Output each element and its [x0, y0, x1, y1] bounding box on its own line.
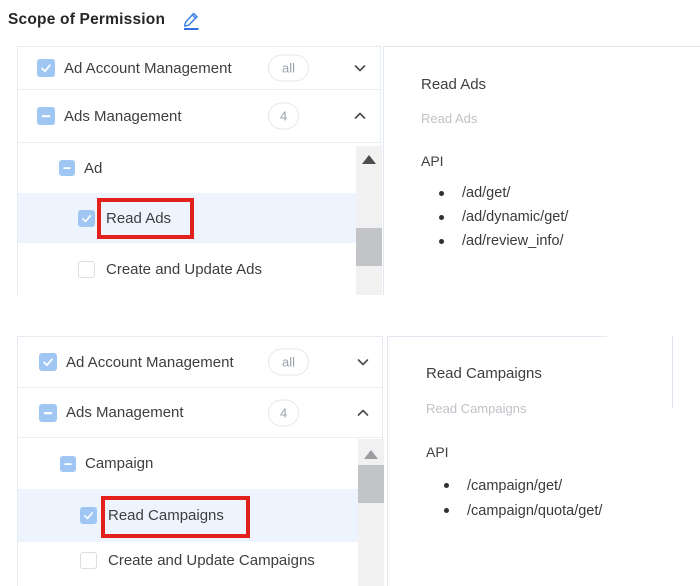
- bullet-icon: [444, 483, 449, 488]
- chevron-up-icon[interactable]: [354, 404, 372, 422]
- scrollbar-track[interactable]: [358, 439, 384, 586]
- detail-title: Read Campaigns: [426, 365, 542, 382]
- api-endpoint-text: /ad/get/: [462, 185, 510, 201]
- permission-tree-panel-2: Ad Account Management all Ads Management…: [17, 336, 383, 586]
- tree-item-ad-account-management[interactable]: Ad Account Management all: [18, 47, 380, 90]
- tree-item-ads-management[interactable]: Ads Management 4: [18, 388, 382, 438]
- tree-item-label: Campaign: [85, 455, 153, 472]
- tree-item-label: Create and Update Campaigns: [108, 552, 315, 569]
- scrollbar-up-arrow-icon[interactable]: [364, 450, 378, 459]
- pencil-edit-icon: [180, 9, 202, 31]
- tree-children-container: Ad Read Ads Create and Update Ads: [18, 143, 380, 295]
- page-title: Scope of Permission: [8, 11, 165, 29]
- tree-children-container: Campaign Read Campaigns Create and Updat…: [18, 438, 382, 585]
- detail-subtitle: Read Campaigns: [426, 401, 526, 416]
- api-section-label: API: [421, 153, 444, 169]
- api-endpoint-text: /campaign/quota/get/: [467, 503, 602, 519]
- tree-item-label: Ad: [84, 160, 102, 177]
- tree-item-label: Create and Update Ads: [106, 261, 262, 278]
- scope-of-permission-screen: Scope of Permission Ad Account Managemen…: [0, 0, 700, 586]
- api-endpoint-text: /ad/review_info/: [462, 233, 564, 249]
- tree-item-label: Read Campaigns: [108, 507, 224, 524]
- tree-item-label: Ad Account Management: [64, 60, 232, 77]
- detail-title: Read Ads: [421, 76, 486, 93]
- permission-detail-panel-1: Read Ads Read Ads API /ad/get/ /ad/dynam…: [383, 46, 700, 295]
- checkbox-indeterminate[interactable]: [59, 160, 75, 176]
- api-endpoint-list: /campaign/get/ /campaign/quota/get/: [444, 473, 602, 523]
- api-endpoint-text: /ad/dynamic/get/: [462, 209, 568, 225]
- tree-item-create-update-campaigns[interactable]: Create and Update Campaigns: [18, 542, 382, 586]
- count-badge: 4: [268, 399, 299, 426]
- checkbox-checked[interactable]: [80, 507, 97, 524]
- vertical-divider-line: [672, 336, 673, 408]
- bullet-icon: [439, 215, 444, 220]
- tree-item-read-ads[interactable]: Read Ads: [18, 193, 380, 243]
- checkbox-indeterminate[interactable]: [37, 107, 55, 125]
- checkbox-checked[interactable]: [39, 353, 57, 371]
- bullet-icon: [439, 239, 444, 244]
- chevron-up-icon[interactable]: [351, 107, 369, 125]
- checkbox-checked[interactable]: [78, 210, 95, 227]
- count-badge: all: [268, 349, 309, 376]
- bullet-icon: [439, 191, 444, 196]
- tree-item-ad[interactable]: Ad: [18, 143, 380, 193]
- chevron-down-icon[interactable]: [354, 353, 372, 371]
- scrollbar-thumb[interactable]: [358, 465, 384, 503]
- scrollbar-up-arrow-icon[interactable]: [362, 155, 376, 164]
- tree-item-ad-account-management[interactable]: Ad Account Management all: [18, 337, 382, 388]
- checkbox-indeterminate[interactable]: [60, 456, 76, 472]
- tree-item-campaign[interactable]: Campaign: [18, 438, 382, 489]
- api-endpoint-item: /ad/dynamic/get/: [439, 205, 568, 229]
- tree-item-label: Ads Management: [64, 108, 182, 125]
- checkbox-unchecked[interactable]: [78, 261, 95, 278]
- page-header: Scope of Permission: [8, 8, 203, 32]
- tree-item-label: Ads Management: [66, 404, 184, 421]
- api-endpoint-text: /campaign/get/: [467, 478, 562, 494]
- chevron-down-icon[interactable]: [351, 59, 369, 77]
- permission-tree-panel-1: Ad Account Management all Ads Management…: [17, 46, 381, 295]
- detail-subtitle: Read Ads: [421, 111, 477, 126]
- checkbox-unchecked[interactable]: [80, 552, 97, 569]
- scrollbar-track[interactable]: [356, 146, 382, 295]
- checkbox-indeterminate[interactable]: [39, 404, 57, 422]
- api-endpoint-item: /campaign/get/: [444, 473, 602, 498]
- api-endpoint-item: /ad/get/: [439, 181, 568, 205]
- api-endpoint-list: /ad/get/ /ad/dynamic/get/ /ad/review_inf…: [439, 181, 568, 253]
- api-section-label: API: [426, 444, 449, 460]
- tree-item-label: Read Ads: [106, 210, 171, 227]
- api-endpoint-item: /ad/review_info/: [439, 229, 568, 253]
- tree-item-create-update-ads[interactable]: Create and Update Ads: [18, 243, 380, 295]
- tree-item-ads-management[interactable]: Ads Management 4: [18, 90, 380, 143]
- edit-scope-button[interactable]: [179, 8, 203, 32]
- scrollbar-thumb[interactable]: [356, 228, 382, 266]
- bullet-icon: [444, 508, 449, 513]
- tree-item-read-campaigns[interactable]: Read Campaigns: [18, 489, 382, 542]
- permission-detail-panel-2: Read Campaigns Read Campaigns API /campa…: [387, 336, 607, 586]
- checkbox-checked[interactable]: [37, 59, 55, 77]
- count-badge: 4: [268, 103, 299, 130]
- count-badge: all: [268, 55, 309, 82]
- tree-item-label: Ad Account Management: [66, 354, 234, 371]
- api-endpoint-item: /campaign/quota/get/: [444, 498, 602, 523]
